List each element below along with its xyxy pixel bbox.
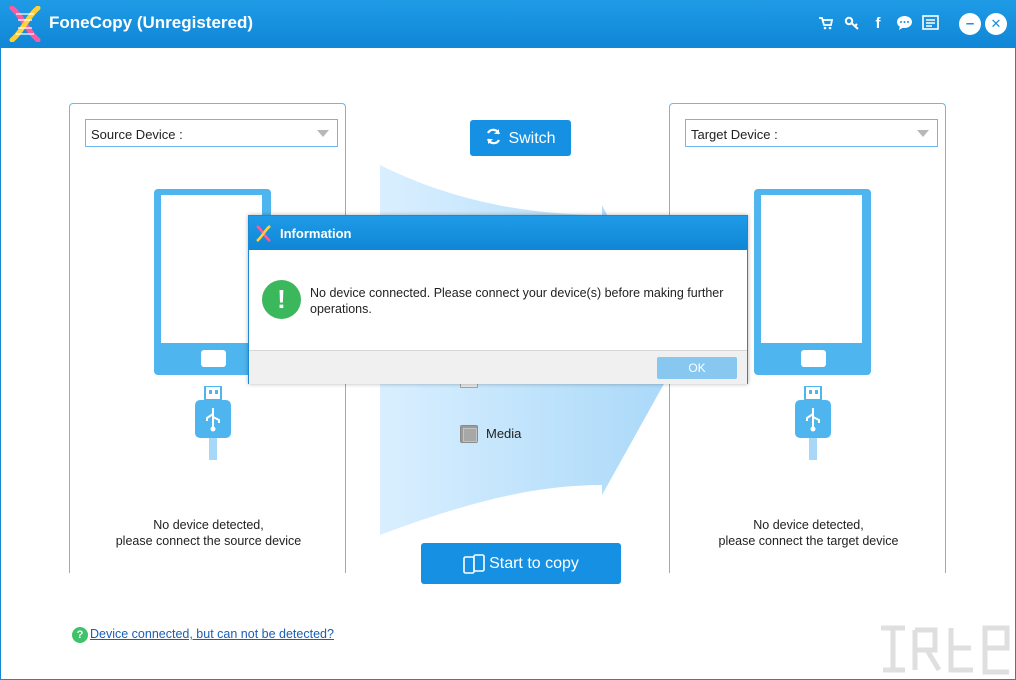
switch-label: Switch <box>508 130 556 147</box>
watermark-logo <box>881 625 1010 675</box>
target-status-text: No device detected, please connect the t… <box>670 517 947 549</box>
cart-icon[interactable] <box>817 15 835 33</box>
app-logo-icon <box>9 6 41 42</box>
facebook-icon[interactable]: f <box>869 15 887 33</box>
source-device-select-label: Source Device : <box>91 127 183 142</box>
source-status-line1: No device detected, <box>153 518 264 532</box>
media-checkbox[interactable] <box>460 425 478 443</box>
switch-button[interactable]: Switch <box>470 120 571 156</box>
ok-button[interactable]: OK <box>657 357 737 379</box>
close-button[interactable]: ✕ <box>985 13 1007 35</box>
copy-phones-icon <box>463 553 485 574</box>
menu-icon[interactable] <box>921 15 939 33</box>
target-device-select[interactable]: Target Device : <box>685 119 938 147</box>
target-status-line1: No device detected, <box>753 518 864 532</box>
phone-icon <box>754 189 871 375</box>
dialog-title: Information <box>280 226 352 241</box>
chat-icon[interactable] <box>895 15 913 33</box>
media-label: Media <box>486 426 522 441</box>
chevron-down-icon <box>317 130 329 137</box>
key-icon[interactable] <box>843 15 861 33</box>
exclamation-icon: ! <box>262 280 301 319</box>
device-not-detected-link[interactable]: Device connected, but can not be detecte… <box>90 627 334 641</box>
dialog-footer: OK <box>249 350 747 384</box>
dialog-title-bar: Information <box>249 216 747 250</box>
refresh-icon <box>485 120 502 156</box>
app-logo-icon <box>256 225 271 242</box>
usb-cable-icon <box>195 386 231 460</box>
source-status-text: No device detected, please connect the s… <box>70 517 347 549</box>
help-icon: ? <box>72 627 88 643</box>
start-copy-button[interactable]: Start to copy <box>421 543 621 584</box>
dialog-message: No device connected. Please connect your… <box>310 286 724 316</box>
app-title: FoneCopy (Unregistered) <box>49 13 254 32</box>
source-status-line2: please connect the source device <box>115 534 302 548</box>
chevron-down-icon <box>917 130 929 137</box>
title-bar: FoneCopy (Unregistered) f – ✕ <box>0 0 1016 48</box>
minimize-button[interactable]: – <box>959 13 981 35</box>
target-device-select-label: Target Device : <box>691 127 778 142</box>
start-copy-label: Start to copy <box>489 555 579 572</box>
information-dialog: Information ! No device connected. Pleas… <box>248 215 748 384</box>
target-status-line2: please connect the target device <box>718 534 899 548</box>
source-device-select[interactable]: Source Device : <box>85 119 338 147</box>
usb-cable-icon <box>795 386 831 460</box>
